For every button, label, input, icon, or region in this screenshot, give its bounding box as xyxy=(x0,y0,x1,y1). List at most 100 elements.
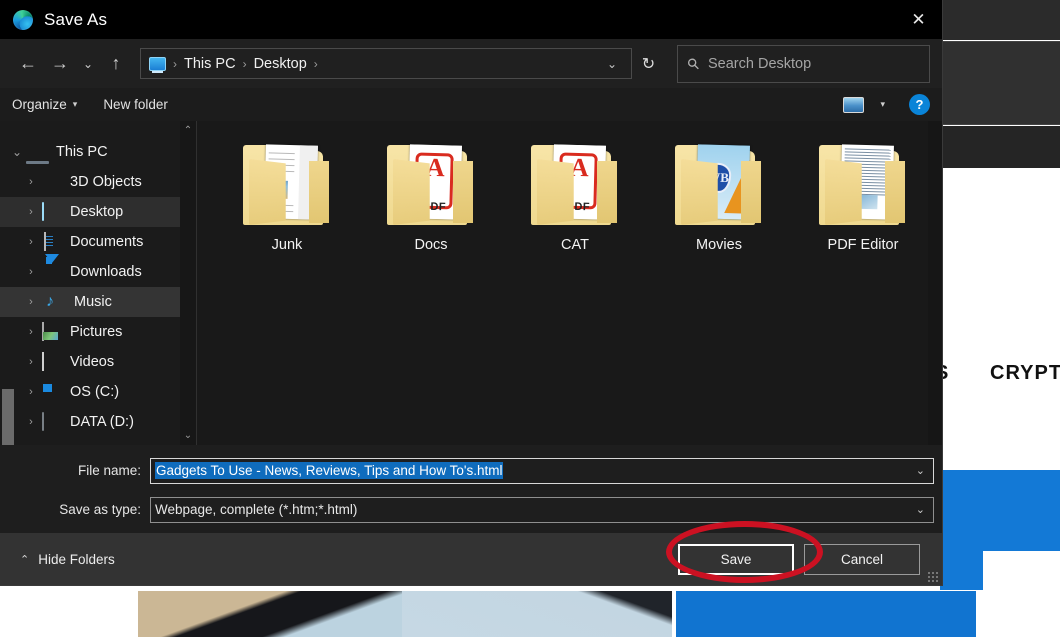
breadcrumb[interactable]: › This PC › Desktop › ⌄ xyxy=(140,48,632,79)
file-item-cat[interactable]: A PDF CAT xyxy=(503,143,647,253)
sidebar-item-data-d[interactable]: › DATA (D:) xyxy=(0,407,196,437)
save-button[interactable]: Save xyxy=(678,543,794,575)
chevron-right-icon[interactable]: › xyxy=(20,266,42,278)
file-name-input[interactable]: Gadgets To Use - News, Reviews, Tips and… xyxy=(150,457,934,484)
chevron-right-icon[interactable]: › xyxy=(20,386,42,398)
chevron-right-icon[interactable]: › xyxy=(20,296,42,308)
chevron-down-icon[interactable]: ▾ xyxy=(880,99,885,110)
breadcrumb-item-desktop[interactable]: Desktop xyxy=(254,56,307,72)
navigation-pane: ⌄ This PC › 3D Objects › Desktop › Docum… xyxy=(0,121,196,445)
sidebar-item-label: DATA (D:) xyxy=(70,414,134,430)
save-as-dialog: Save As ✕ ← → ⌄ ↑ › This PC › Desktop › … xyxy=(0,0,943,586)
file-name-label: Movies xyxy=(696,237,742,253)
3d-objects-icon xyxy=(42,173,62,191)
chevron-down-icon[interactable]: ⌄ xyxy=(601,57,623,71)
file-name-label: PDF Editor xyxy=(827,237,899,253)
desktop-icon xyxy=(149,56,166,73)
recent-locations-button[interactable]: ⌄ xyxy=(76,48,100,80)
sidebar-item-label: This PC xyxy=(56,144,108,160)
crumb-separator-icon: › xyxy=(173,56,177,71)
scroll-down-icon[interactable]: ⌄ xyxy=(184,426,192,445)
chevron-down-icon[interactable]: ⌄ xyxy=(6,145,28,159)
chevron-down-icon[interactable]: ⌄ xyxy=(916,503,929,516)
file-name-label: Docs xyxy=(414,237,448,253)
file-name-label: Junk xyxy=(271,237,303,253)
save-as-type-label-text: Save as type: xyxy=(59,502,141,517)
file-item-movies[interactable]: WB Movies xyxy=(647,143,791,253)
scrollbar-thumb[interactable] xyxy=(2,389,14,445)
folder-icon: A PDF xyxy=(383,143,479,229)
search-input[interactable]: ⚲ Search Desktop xyxy=(677,44,930,83)
file-name-label: CAT xyxy=(561,237,589,253)
organize-label: Organize xyxy=(12,97,67,112)
scroll-up-icon[interactable]: ⌃ xyxy=(184,121,192,140)
chevron-right-icon[interactable]: › xyxy=(20,416,42,428)
chevron-right-icon[interactable]: › xyxy=(20,206,42,218)
background-thumbnail-1 xyxy=(138,591,402,637)
screen: S CRYPTO Save As ✕ ← → ⌄ ↑ › xyxy=(0,0,1060,637)
pictures-icon xyxy=(42,322,62,341)
dialog-title: Save As xyxy=(44,9,108,29)
sidebar-item-pictures[interactable]: › Pictures xyxy=(0,317,196,347)
sidebar-item-desktop[interactable]: › Desktop xyxy=(0,197,196,227)
music-icon: ♪ xyxy=(46,293,54,310)
folder-tree: ⌄ This PC › 3D Objects › Desktop › Docum… xyxy=(0,121,196,437)
file-name-label-text: File name: xyxy=(77,463,141,478)
navigation-pane-scrollbar[interactable]: ⌃ ⌄ xyxy=(180,121,196,445)
breadcrumb-item-this-pc[interactable]: This PC xyxy=(184,56,236,72)
chevron-right-icon[interactable]: › xyxy=(20,236,42,248)
save-as-type-select[interactable]: Webpage, complete (*.htm;*.html) ⌄ xyxy=(150,496,934,523)
sidebar-item-label: Desktop xyxy=(70,204,124,220)
computer-icon xyxy=(28,143,48,161)
sidebar-item-3d-objects[interactable]: › 3D Objects xyxy=(0,167,196,197)
file-item-junk[interactable]: Junk xyxy=(215,143,359,253)
sidebar-item-label: OS (C:) xyxy=(70,384,120,400)
form-area: File name: Gadgets To Use - News, Review… xyxy=(0,445,942,533)
up-button[interactable]: ↑ xyxy=(100,48,132,80)
file-pane-scrollbar[interactable] xyxy=(928,121,942,445)
sidebar-item-os-c[interactable]: › OS (C:) xyxy=(0,377,196,407)
close-icon[interactable]: ✕ xyxy=(895,0,942,39)
crumb-separator-icon-2: › xyxy=(242,56,247,71)
file-item-docs[interactable]: A PDF Docs xyxy=(359,143,503,253)
sidebar-item-videos[interactable]: › Videos xyxy=(0,347,196,377)
folder-icon: WB xyxy=(671,143,767,229)
chevron-right-icon[interactable]: › xyxy=(20,176,42,188)
sidebar-item-label: Downloads xyxy=(70,264,142,280)
chevron-down-icon[interactable]: ⌄ xyxy=(916,464,929,477)
edge-logo-icon xyxy=(13,9,33,30)
background-browser-band-2 xyxy=(940,126,1060,168)
sidebar-item-label: Documents xyxy=(70,234,144,250)
organize-button[interactable]: Organize ▾ xyxy=(12,97,77,112)
hide-folders-label: Hide Folders xyxy=(38,551,115,567)
sidebar-item-this-pc[interactable]: ⌄ This PC xyxy=(0,137,196,167)
sidebar-item-documents[interactable]: › Documents xyxy=(0,227,196,257)
search-placeholder: Search Desktop xyxy=(708,55,812,72)
background-white-strip xyxy=(0,591,138,637)
chevron-right-icon[interactable]: › xyxy=(20,356,42,368)
sidebar-item-label: Pictures xyxy=(70,324,123,340)
new-folder-button[interactable]: New folder xyxy=(103,97,168,112)
cancel-button[interactable]: Cancel xyxy=(804,543,920,575)
chevron-right-icon[interactable]: › xyxy=(20,326,42,338)
folder-icon xyxy=(239,143,335,229)
sidebar-item-music[interactable]: › ♪ Music xyxy=(0,287,196,317)
hide-folders-button[interactable]: ⌃ Hide Folders xyxy=(20,552,115,567)
dialog-footer: ⌃ Hide Folders Save Cancel xyxy=(0,533,942,585)
view-mode-icon[interactable] xyxy=(843,96,865,113)
file-item-pdf-editor[interactable]: PDF Editor xyxy=(791,143,935,253)
folder-icon: A PDF xyxy=(527,143,623,229)
search-icon: ⚲ xyxy=(683,53,704,74)
help-icon[interactable]: ? xyxy=(909,94,930,115)
crumb-separator-icon-3[interactable]: › xyxy=(314,57,318,71)
background-thumbnail-2 xyxy=(402,591,672,637)
forward-button[interactable]: → xyxy=(44,48,76,80)
folder-icon xyxy=(815,143,911,229)
dialog-body: ⌄ This PC › 3D Objects › Desktop › Docum… xyxy=(0,121,942,445)
sidebar-item-downloads[interactable]: › Downloads xyxy=(0,254,196,287)
navigation-bar: ← → ⌄ ↑ › This PC › Desktop › ⌄ ↻ ⚲ Sear… xyxy=(0,39,942,88)
refresh-icon[interactable]: ↻ xyxy=(632,48,665,79)
file-list-pane[interactable]: Junk A PDF Docs A PDF CAT WB Movies PDF … xyxy=(196,121,942,445)
back-button[interactable]: ← xyxy=(12,48,44,80)
resize-grip[interactable] xyxy=(927,571,939,583)
